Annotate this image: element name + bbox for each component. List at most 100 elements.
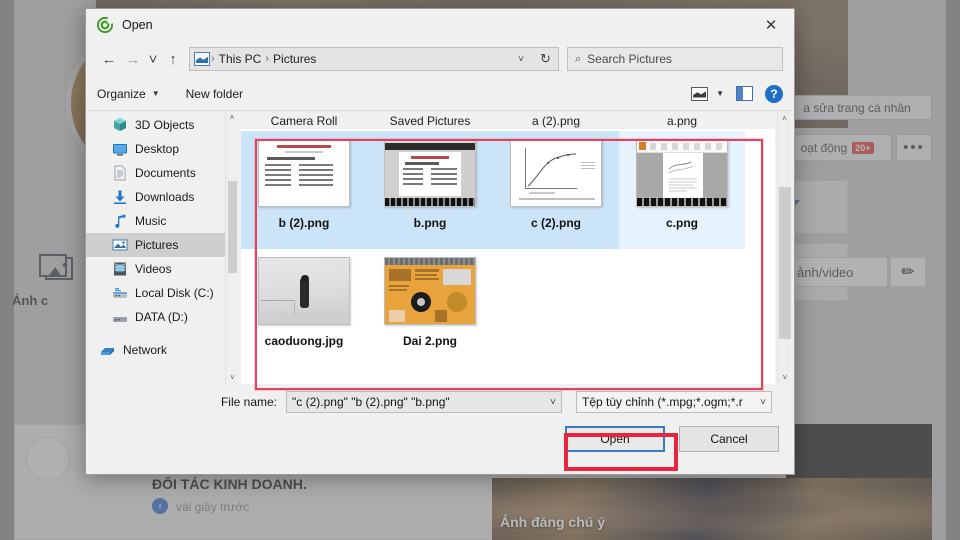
file-list-pane: Camera Roll Saved Pictures a (2).png a.p… [238,111,794,384]
help-label: ? [770,86,778,101]
file-tile-label: Dai 2.png [402,334,457,348]
sidebar-item-label: Downloads [135,190,195,204]
scroll-up-icon[interactable]: ˄ [226,111,238,124]
sidebar-item-downloads[interactable]: Downloads [86,185,238,209]
sidebar-item-local-disk-c[interactable]: Local Disk (C:) [86,281,238,305]
preview-pane-icon[interactable] [736,86,753,101]
address-bar[interactable]: › This PC › Pictures ˅ [189,47,534,71]
partial-row-above: Camera Roll Saved Pictures a (2).png a.p… [241,111,775,129]
file-thumbnail [384,139,476,207]
sidebar-item-label: Network [123,343,168,357]
breadcrumb-this-pc[interactable]: This PC [219,52,262,66]
back-button[interactable]: ← [97,47,121,71]
file-tile-c2-png[interactable]: c (2).png [493,131,619,249]
recent-locations-button[interactable]: ˅ [145,47,161,71]
file-thumbnail [258,257,350,325]
file-tile-b-png[interactable]: b.png [367,131,493,249]
videos-icon [114,262,126,276]
breadcrumb-separator: › [211,53,215,65]
file-tile-c-png[interactable]: c.png [619,131,745,249]
new-folder-button[interactable]: New folder [186,87,243,101]
sidebar-item-label: DATA (D:) [135,310,188,324]
refresh-icon: ↻ [540,51,551,66]
partial-item-a2-png[interactable]: a (2).png [493,111,619,129]
file-tile-label: c (2).png [531,216,581,230]
chart-legend [581,162,595,169]
dialog-body: 3D Objects Desktop Documents Downloads M… [86,111,794,384]
open-file-dialog: Open ✕ ← → ˅ ↑ › This PC › Pictures ˅ ↻ [85,8,795,475]
organize-button[interactable]: Organize ▼ [97,87,160,101]
file-tiles: b (2).png b.png c (2).png c.png caoduong… [241,131,775,384]
file-tile-label: b (2).png [278,216,330,230]
dialog-titlebar[interactable]: Open ✕ [86,9,794,41]
back-icon: ← [101,50,117,68]
address-dropdown-icon[interactable]: ˅ [513,54,529,65]
chevron-down-icon[interactable]: ˅ [550,397,556,408]
forward-icon: → [125,50,141,68]
file-tile-label: caoduong.jpg [264,334,344,348]
command-bar-right: ▼ ? [691,84,783,103]
file-thumbnail [636,139,728,207]
breadcrumb-separator: › [265,53,270,65]
drive-icon [113,317,127,322]
partial-item-saved-pictures[interactable]: Saved Pictures [367,111,493,129]
filename-input[interactable]: "c (2).png" "b (2).png" "b.png" ˅ [286,391,562,413]
scroll-down-icon[interactable]: ˅ [778,370,792,384]
cancel-label: Cancel [710,432,748,446]
sidebar-item-pictures[interactable]: Pictures [86,233,238,257]
sidebar-item-label: Local Disk (C:) [135,286,214,300]
sidebar-item-3d-objects[interactable]: 3D Objects [86,113,238,137]
search-icon: ⌕ [575,52,582,65]
close-button[interactable]: ✕ [748,9,794,41]
file-tile-caoduong-jpg[interactable]: caoduong.jpg [241,249,367,367]
help-icon[interactable]: ? [765,84,783,103]
desktop-icon [113,144,127,156]
file-scroll-thumb[interactable] [779,187,791,339]
search-placeholder: Search Pictures [587,52,672,66]
filename-value: "c (2).png" "b (2).png" "b.png" [292,395,450,409]
sidebar-item-videos[interactable]: Videos [86,257,238,281]
page-chart-icon [668,161,697,192]
refresh-button[interactable]: ↻ [533,47,559,71]
sidebar-item-label: Documents [135,166,196,180]
filetype-select[interactable]: Tệp tùy chỉnh (*.mpg;*.ogm;*.r ˅ [576,391,772,413]
chevron-down-icon: ˅ [148,50,158,68]
pictures-folder-icon [194,52,210,66]
forward-button[interactable]: → [121,47,145,71]
sidebar-item-network[interactable]: Network [86,338,238,362]
up-button[interactable]: ↑ [161,47,185,71]
file-tile-dai2-png[interactable]: Dai 2.png [367,249,493,367]
cancel-button[interactable]: Cancel [679,426,779,452]
chevron-down-icon[interactable]: ▼ [716,89,724,98]
scroll-down-icon[interactable]: ˅ [226,371,238,384]
sidebar-item-desktop[interactable]: Desktop [86,137,238,161]
file-tile-b2-png[interactable]: b (2).png [241,131,367,249]
breadcrumb-pictures[interactable]: Pictures [273,52,316,66]
file-list-scrollbar[interactable]: ˄ ˅ [777,111,791,384]
open-label: Open [600,432,630,446]
scroll-up-icon[interactable]: ˄ [778,111,791,125]
sidebar-item-label: Pictures [135,238,179,252]
sidebar-scroll-thumb[interactable] [228,181,237,273]
pictures-icon [112,239,128,251]
filename-label: File name: [220,395,277,409]
file-tile-label: c.png [666,216,698,230]
close-icon: ✕ [764,17,778,34]
partial-item-a-png[interactable]: a.png [619,111,745,129]
chevron-down-icon[interactable]: ˅ [756,397,766,408]
navigation-sidebar: 3D Objects Desktop Documents Downloads M… [86,111,238,384]
search-input[interactable]: ⌕ Search Pictures [567,47,783,71]
change-view-icon[interactable] [691,86,709,101]
chart-curve-icon [527,153,577,187]
file-grid[interactable]: Camera Roll Saved Pictures a (2).png a.p… [241,111,775,384]
new-folder-label: New folder [185,86,243,101]
sidebar-item-label: Videos [135,262,172,276]
sidebar-item-documents[interactable]: Documents [86,161,238,185]
partial-item-camera-roll[interactable]: Camera Roll [241,111,367,129]
chevron-down-icon: ▼ [151,89,160,98]
sidebar-item-data-d[interactable]: DATA (D:) [86,305,238,329]
open-button[interactable]: Open [565,426,665,452]
sidebar-scrollbar[interactable]: ˄ ˅ [225,111,238,384]
sidebar-item-music[interactable]: Music [86,209,238,233]
downloads-icon [114,190,126,204]
